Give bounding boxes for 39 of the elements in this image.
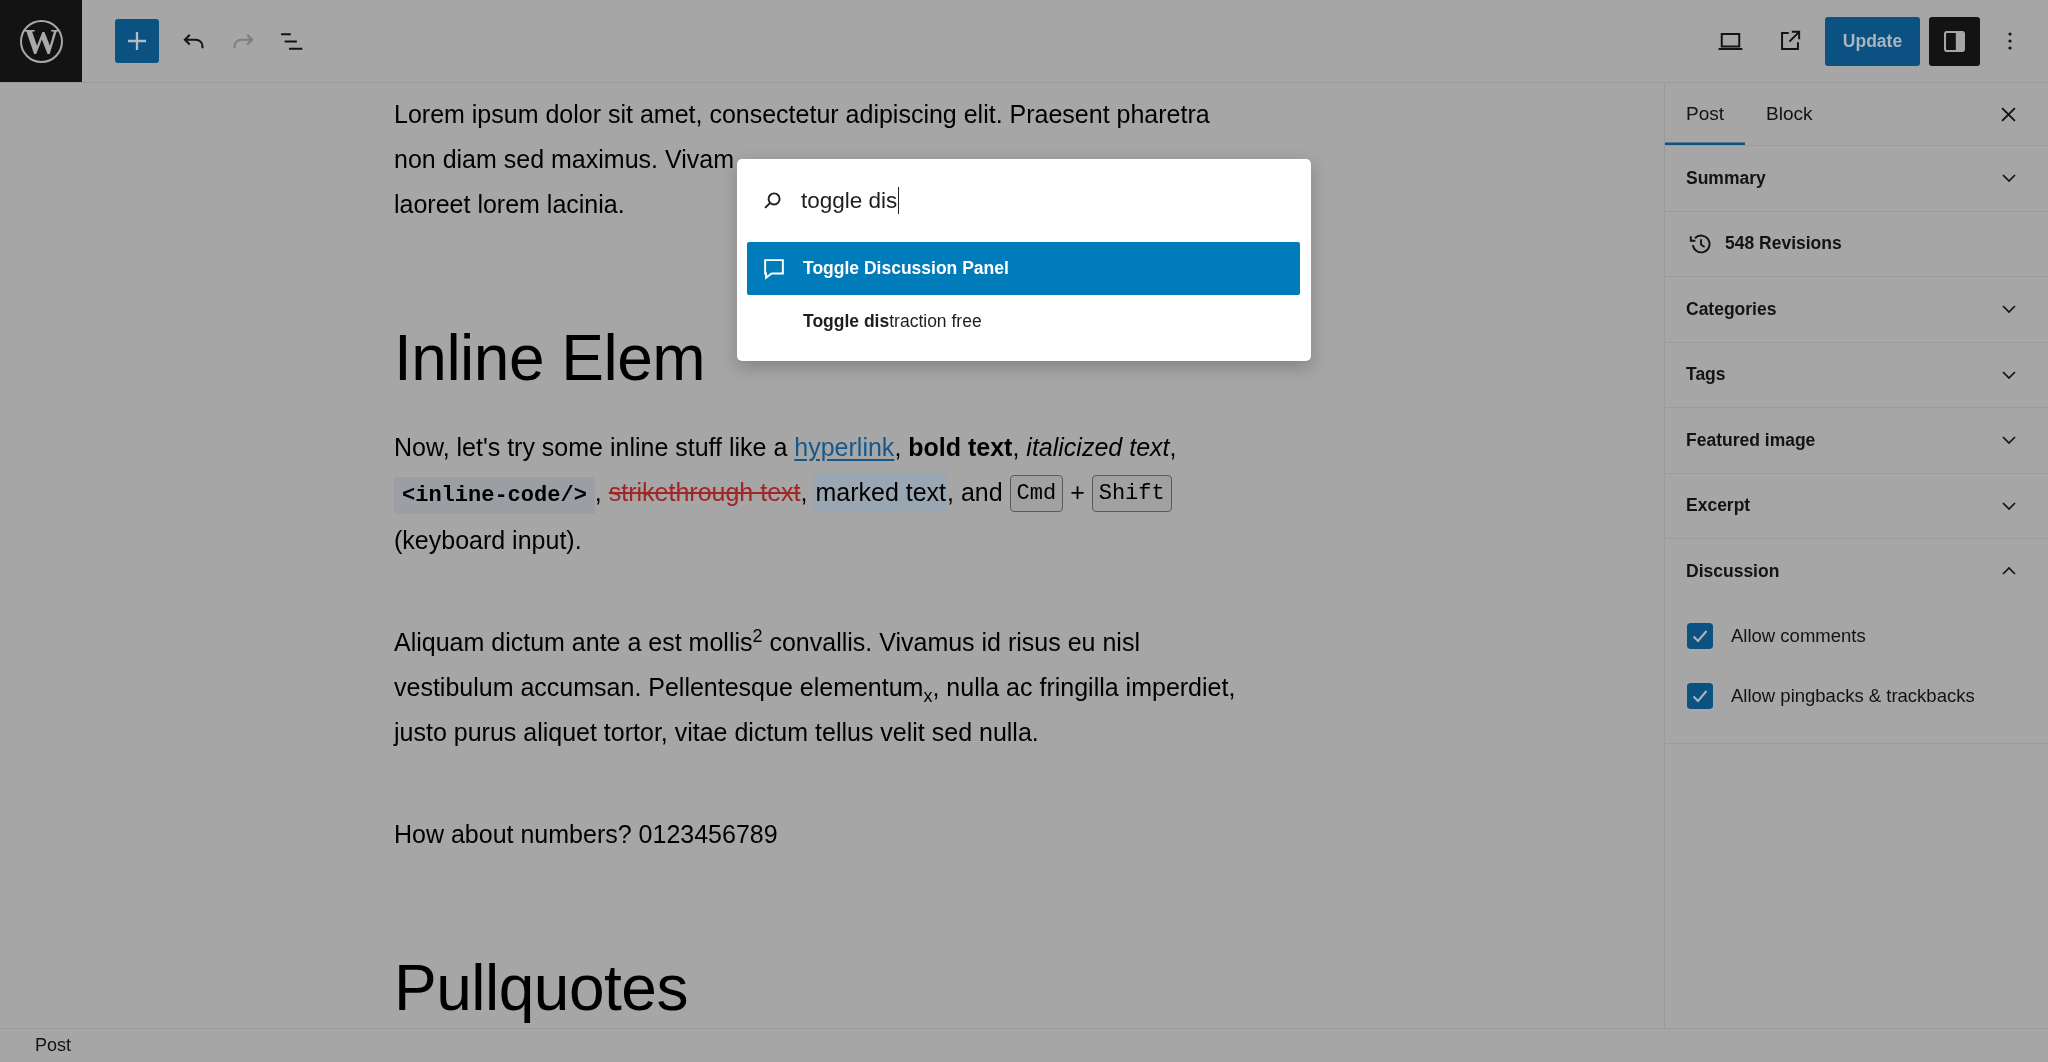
paragraph-text: laoreet lorem lacinia. bbox=[394, 189, 625, 220]
panel-header-button[interactable]: Categories bbox=[1665, 277, 2048, 342]
paragraph-text: non diam sed maximus. Vivam bbox=[394, 144, 734, 175]
command-option[interactable]: Toggle distraction free bbox=[747, 295, 1300, 348]
paragraph-text: Lorem ipsum dolor sit amet, consectetur adipiscing elit. Praesent pharetra bbox=[394, 99, 1210, 130]
sidebar-tab[interactable]: Post bbox=[1665, 83, 1746, 145]
undo-icon[interactable] bbox=[183, 32, 205, 50]
post-heading: Pullquotes bbox=[394, 955, 688, 1022]
paragraph-text: Now, let's try some inline stuff like a hyperlink, bold text, italicized text, <inline-code/> , strikethrough text, marked text, and Cmd + Shift (keyboard input). bbox=[394, 432, 1177, 556]
panel-header-button[interactable]: Featured image bbox=[1665, 408, 2048, 473]
sidebar-toggle-button[interactable] bbox=[1929, 16, 1980, 66]
panel-header-button[interactable]: Summary bbox=[1665, 146, 2048, 211]
sidebar-tab[interactable]: Block bbox=[1745, 83, 1834, 145]
update-button[interactable]: Update bbox=[1825, 16, 1920, 66]
checkbox-label[interactable]: Allow comments bbox=[1731, 624, 1866, 647]
logo-button[interactable]: W bbox=[0, 0, 82, 82]
paragraph-text: Aliquam dictum ante a est mollis$^{2}$ convallis. Vivamus id risus eu nisl vestibulum accumsan. Pellentesque elementum$_{x}$, nulla ac fringilla imperdiet, justo purus aliquet tortor, vitae dictum tellus velit sed nulla. bbox=[394, 624, 1236, 748]
checkbox-label[interactable]: Allow pingbacks & trackbacks bbox=[1731, 684, 1975, 707]
checkbox[interactable] bbox=[1687, 682, 1713, 709]
checkbox[interactable] bbox=[1687, 622, 1713, 649]
close-icon[interactable] bbox=[2001, 106, 2016, 122]
paragraph-text: How about numbers? 0123456789 bbox=[394, 819, 778, 850]
list-view-icon[interactable] bbox=[281, 32, 303, 50]
laptop-icon[interactable] bbox=[1718, 31, 1743, 51]
plus-icon bbox=[128, 32, 146, 50]
panel-header-button[interactable]: Tags bbox=[1665, 342, 2048, 407]
panel-header-button[interactable]: Excerpt bbox=[1665, 473, 2048, 538]
breadcrumb-item: Post bbox=[35, 1035, 72, 1056]
command-option[interactable]: Toggle Discussion Panel bbox=[747, 242, 1300, 295]
more-options-icon[interactable] bbox=[2008, 32, 2012, 50]
post-heading: Inline Elem bbox=[394, 325, 706, 392]
history-icon bbox=[1689, 232, 1713, 255]
search-field[interactable]: toggle dis bbox=[747, 159, 1300, 242]
sidebar-panel-icon bbox=[1944, 30, 1965, 52]
revisions-button[interactable]: 548 Revisions bbox=[1665, 211, 2048, 276]
search-icon bbox=[764, 192, 781, 209]
external-link-icon[interactable] bbox=[1779, 30, 1801, 52]
add-block-button[interactable] bbox=[115, 19, 159, 63]
panel-header-button[interactable]: Discussion bbox=[1665, 539, 2048, 604]
